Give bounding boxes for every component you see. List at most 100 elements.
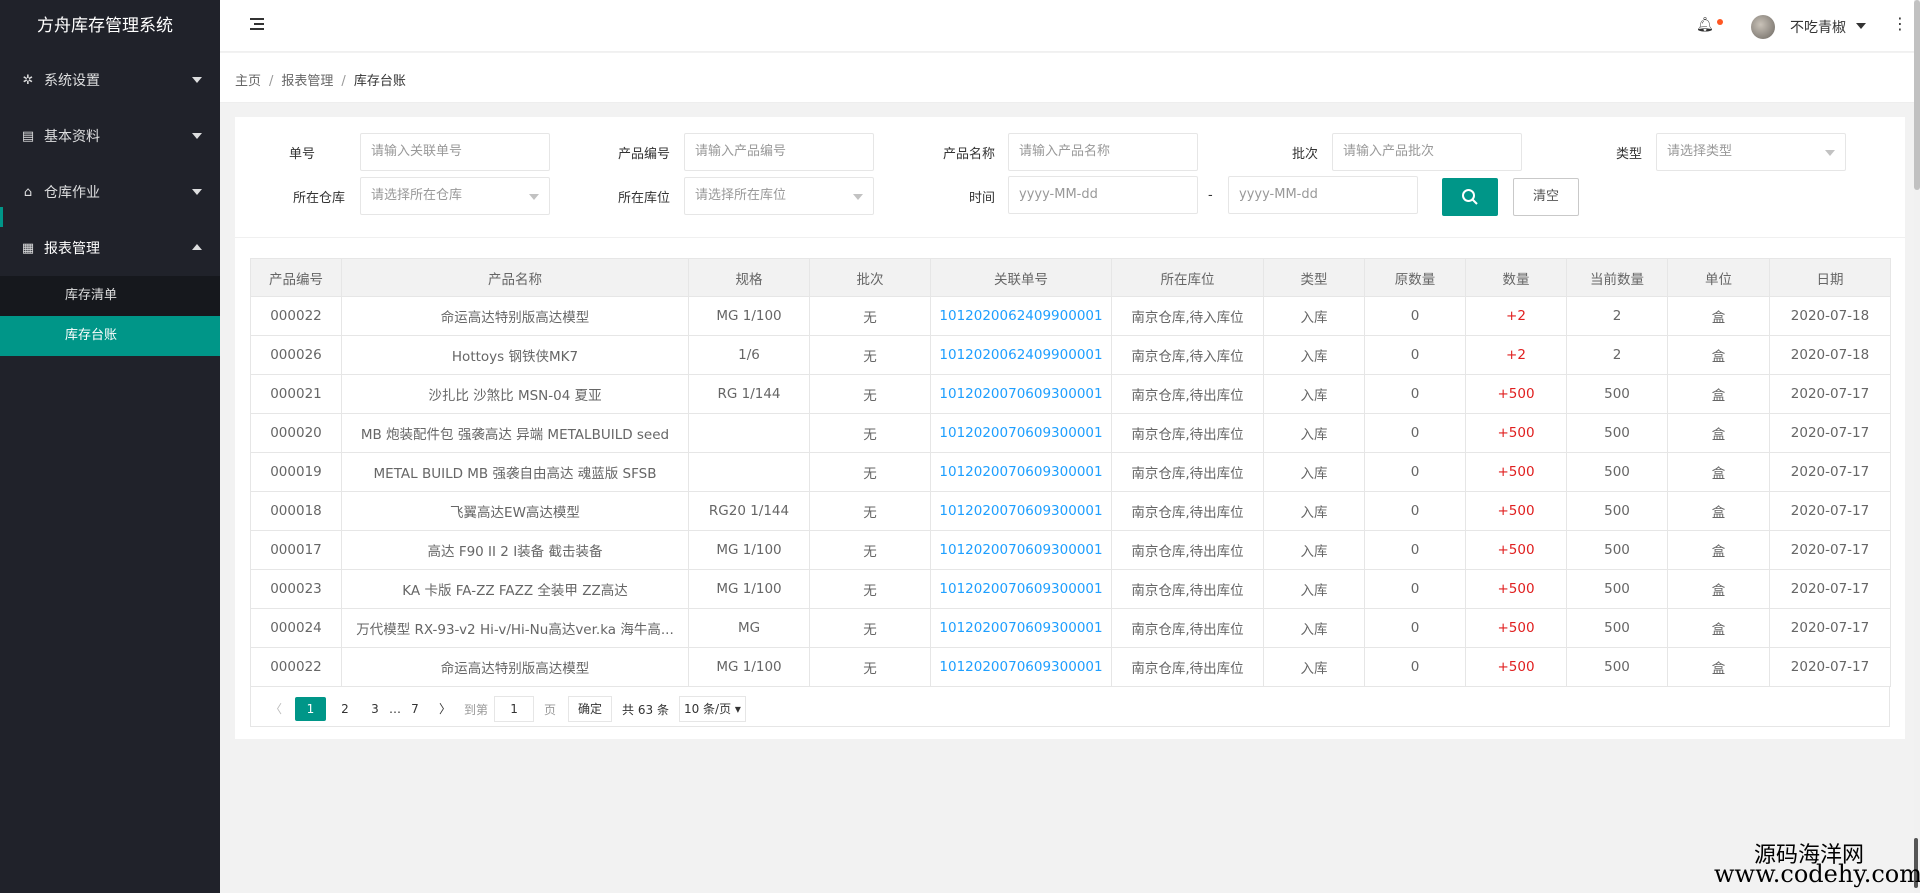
breadcrumb-home[interactable]: 主页 — [235, 74, 261, 89]
table-cell: 0 — [1364, 374, 1466, 414]
breadcrumb-separator: / — [269, 74, 274, 89]
table-cell[interactable]: 1012020062409900001 — [930, 296, 1112, 336]
column-header: 单位 — [1667, 258, 1770, 297]
table-cell: +500 — [1465, 374, 1567, 414]
sidebar-item-label: 基本资料 — [44, 129, 100, 145]
table-cell[interactable]: 1012020070609300001 — [930, 647, 1112, 687]
chevron-down-icon — [1825, 150, 1835, 156]
sidebar-item-basic-data[interactable]: ▤ 基本资料 — [0, 108, 220, 164]
search-button[interactable] — [1442, 178, 1498, 216]
sidebar-subitem-inventory-ledger[interactable]: 库存台账 — [0, 316, 220, 356]
order-input[interactable]: 请输入关联单号 — [360, 133, 550, 171]
order-label: 单号 — [288, 147, 315, 162]
table-row[interactable]: 000024 万代模型 RX-93-v2 Hi-v/Hi-Nu高达ver.ka 海… — [250, 608, 1891, 648]
page-1[interactable]: 1 — [295, 697, 326, 721]
sidebar-item-system-settings[interactable]: ✲ 系统设置 — [0, 52, 220, 108]
table-cell: +500 — [1465, 491, 1567, 531]
location-select-value: 请选择所在库位 — [695, 188, 787, 203]
breadcrumb-section[interactable]: 报表管理 — [281, 74, 333, 89]
batch-input[interactable]: 请输入产品批次 — [1332, 133, 1522, 171]
table-row[interactable]: 000020 MB 炮装配件包 强袭高达 异端 METALBUILD seed 无 1… — [250, 413, 1891, 453]
table-cell[interactable]: 1012020070609300001 — [930, 452, 1112, 492]
sidebar-item-label: 仓库作业 — [44, 185, 100, 201]
table-cell[interactable]: 1012020070609300001 — [930, 491, 1112, 531]
next-page-icon[interactable]: 〉 — [434, 697, 456, 721]
table-cell: MG — [688, 608, 810, 648]
chevron-down-icon — [192, 133, 202, 139]
table-row[interactable]: 000017 高达 F90 II 2 I装备 截击装备 MG 1/100 无 10120… — [250, 530, 1891, 570]
type-select[interactable]: 请选择类型 — [1656, 133, 1846, 171]
goto-confirm-button[interactable]: 确定 — [568, 696, 613, 722]
menu-icon[interactable] — [250, 18, 264, 32]
table-cell: 500 — [1566, 413, 1668, 453]
table-cell: 盒 — [1667, 530, 1770, 570]
prev-page-icon[interactable]: 〈 — [265, 697, 287, 721]
table-cell[interactable]: 1012020070609300001 — [930, 413, 1112, 453]
table-cell: 盒 — [1667, 647, 1770, 687]
table-cell: +500 — [1465, 608, 1567, 648]
name-label: 产品名称 — [942, 147, 995, 162]
table-cell: +500 — [1465, 413, 1567, 453]
table-cell: 2020-07-17 — [1769, 647, 1891, 687]
clear-button[interactable]: 清空 — [1513, 178, 1579, 216]
bell-icon[interactable]: 🔔︎ — [1696, 17, 1714, 33]
table-cell[interactable]: 1012020070609300001 — [930, 608, 1112, 648]
chevron-down-icon[interactable] — [1856, 23, 1866, 29]
page-size-select[interactable]: 10 条/页 ▾ — [678, 696, 746, 722]
sidebar: 方舟库存管理系统 ✲ 系统设置 ▤ 基本资料 ⌂ 仓库作业 ▦ 报表管理 库存清… — [0, 0, 220, 893]
notification-dot — [1717, 19, 1723, 25]
table-cell: 入库 — [1263, 491, 1365, 531]
table-cell: 无 — [809, 413, 931, 453]
table-cell[interactable]: 1012020070609300001 — [930, 374, 1112, 414]
location-select[interactable]: 请选择所在库位 — [684, 177, 874, 215]
sidebar-subitem-inventory-list[interactable]: 库存清单 — [0, 276, 220, 316]
table-cell: 2020-07-17 — [1769, 569, 1891, 609]
table-row[interactable]: 000018 飞翼高达EW高达模型 RG20 1/144 无 1012020070609… — [250, 491, 1891, 531]
table-cell: 无 — [809, 569, 931, 609]
table-cell: 000021 — [250, 374, 342, 414]
table-row[interactable]: 000022 命运高达特别版高达模型 MG 1/100 无 10120200624099… — [250, 296, 1891, 336]
table-cell: 500 — [1566, 374, 1668, 414]
sidebar-item-reports[interactable]: ▦ 报表管理 — [0, 220, 220, 276]
table-cell: 000020 — [250, 413, 342, 453]
page-2[interactable]: 2 — [334, 697, 356, 721]
column-header: 规格 — [688, 258, 810, 297]
page-scrollbar[interactable] — [1914, 0, 1920, 893]
table-cell: 无 — [809, 452, 931, 492]
more-icon[interactable]: ⋮ — [1892, 14, 1908, 33]
sidebar-item-warehouse-ops[interactable]: ⌂ 仓库作业 — [0, 164, 220, 220]
column-header: 批次 — [809, 258, 931, 297]
table-row[interactable]: 000026 Hottoys 钢铁侠MK7 1/6 无 1012020062409900… — [250, 335, 1891, 375]
avatar[interactable] — [1751, 15, 1775, 39]
page-last[interactable]: 7 — [404, 697, 426, 721]
table-cell: 000022 — [250, 647, 342, 687]
table-row[interactable]: 000023 KA 卡版 FA-ZZ FAZZ 全装甲 ZZ高达 MG 1/100 无… — [250, 569, 1891, 609]
table-cell: 2020-07-17 — [1769, 374, 1891, 414]
username[interactable]: 不吃青椒 — [1790, 17, 1846, 37]
table-cell: 无 — [809, 647, 931, 687]
date-end-input[interactable]: yyyy-MM-dd — [1228, 176, 1418, 214]
table-cell: 2020-07-18 — [1769, 335, 1891, 375]
table-cell[interactable]: 1012020070609300001 — [930, 530, 1112, 570]
table-cell[interactable]: 1012020062409900001 — [930, 335, 1112, 375]
code-input[interactable]: 请输入产品编号 — [684, 133, 874, 171]
table-cell[interactable]: 1012020070609300001 — [930, 569, 1112, 609]
goto-page-input[interactable]: 1 — [494, 696, 535, 722]
date-start-input[interactable]: yyyy-MM-dd — [1008, 176, 1198, 214]
page-unit-label: 页 — [544, 702, 557, 717]
name-input[interactable]: 请输入产品名称 — [1008, 133, 1198, 171]
table-row[interactable]: 000022 命运高达特别版高达模型 MG 1/100 无 10120200706093… — [250, 647, 1891, 687]
column-header: 原数量 — [1364, 258, 1466, 297]
table-icon: ▦ — [21, 240, 35, 256]
table-cell: 南京仓库,待出库位 — [1111, 491, 1264, 531]
page-size-value: 10 条/页 — [683, 702, 732, 716]
table-row[interactable]: 000019 METAL BUILD MB 强袭自由高达 魂蓝版 SFSB 无 101… — [250, 452, 1891, 492]
chevron-down-icon — [529, 194, 539, 200]
scrollbar-thumb[interactable] — [1914, 0, 1920, 190]
table-row[interactable]: 000021 沙扎比 沙煞比 MSN-04 夏亚 RG 1/144 无 10120200… — [250, 374, 1891, 414]
sidebar-submenu: 库存清单 库存台账 — [0, 276, 220, 356]
ledger-table: 产品编号 产品名称 规格 批次 关联单号 所在库位 类型 原数量 数量 当前数量 单位 日期 0000… — [250, 258, 1891, 687]
table-cell: 2020-07-17 — [1769, 530, 1891, 570]
warehouse-select[interactable]: 请选择所在仓库 — [360, 177, 550, 215]
page-3[interactable]: 3 — [364, 697, 386, 721]
